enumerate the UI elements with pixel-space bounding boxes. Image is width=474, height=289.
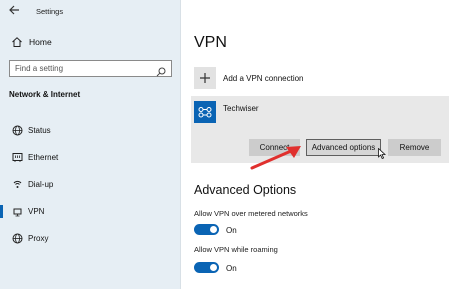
globe-icon	[7, 125, 27, 136]
search-placeholder: Find a setting	[15, 64, 64, 73]
sidebar-item-label: Status	[28, 126, 51, 135]
remove-button[interactable]: Remove	[388, 139, 441, 156]
home-label: Home	[29, 37, 52, 47]
sidebar-item-ethernet[interactable]: Ethernet	[0, 144, 181, 171]
home-icon	[7, 36, 27, 48]
sidebar-nav: Status Ethernet Dial-up VPN Proxy	[0, 117, 181, 252]
advanced-options-button[interactable]: Advanced options	[306, 139, 381, 156]
search-icon[interactable]	[156, 64, 166, 82]
sidebar-item-label: Proxy	[28, 234, 49, 243]
main-content: VPN Add a VPN connection Techwiser Conne…	[182, 0, 474, 289]
advanced-options-heading: Advanced Options	[194, 183, 297, 197]
vpn-connection-icon	[194, 101, 216, 123]
mouse-cursor-icon	[378, 148, 386, 159]
roaming-toggle[interactable]	[194, 262, 219, 273]
plus-icon	[194, 67, 216, 89]
sidebar-item-label: Ethernet	[28, 153, 59, 162]
add-vpn-label: Add a VPN connection	[223, 73, 304, 83]
window-title: Settings	[36, 7, 64, 16]
sidebar: Settings Home Find a setting Network & I…	[0, 0, 181, 289]
title-bar: Settings	[0, 0, 181, 22]
metered-networks-toggle[interactable]	[194, 224, 219, 235]
toggle-state-roaming: On	[226, 264, 237, 273]
back-arrow-icon[interactable]	[9, 5, 20, 18]
sidebar-item-status[interactable]: Status	[0, 117, 181, 144]
section-heading: Network & Internet	[9, 90, 81, 99]
vpn-icon	[7, 206, 27, 217]
sidebar-item-vpn[interactable]: VPN	[0, 198, 181, 225]
toggle-label-metered: Allow VPN over metered networks	[194, 209, 308, 218]
sidebar-item-label: Dial-up	[28, 180, 54, 189]
sidebar-item-label: VPN	[28, 207, 45, 216]
ethernet-icon	[7, 152, 27, 163]
annotation-arrow-icon	[250, 146, 301, 170]
sidebar-item-proxy[interactable]: Proxy	[0, 225, 181, 252]
sidebar-item-dial-up[interactable]: Dial-up	[0, 171, 181, 198]
page-title: VPN	[194, 34, 227, 51]
search-input[interactable]: Find a setting	[9, 60, 172, 77]
proxy-globe-icon	[7, 233, 27, 244]
home-nav-item[interactable]: Home	[0, 33, 181, 51]
vpn-connection-name: Techwiser	[223, 104, 259, 113]
dial-up-icon	[7, 179, 27, 190]
toggle-state-metered: On	[226, 226, 237, 235]
add-vpn-connection-button[interactable]: Add a VPN connection	[194, 67, 304, 89]
toggle-label-roaming: Allow VPN while roaming	[194, 245, 278, 254]
